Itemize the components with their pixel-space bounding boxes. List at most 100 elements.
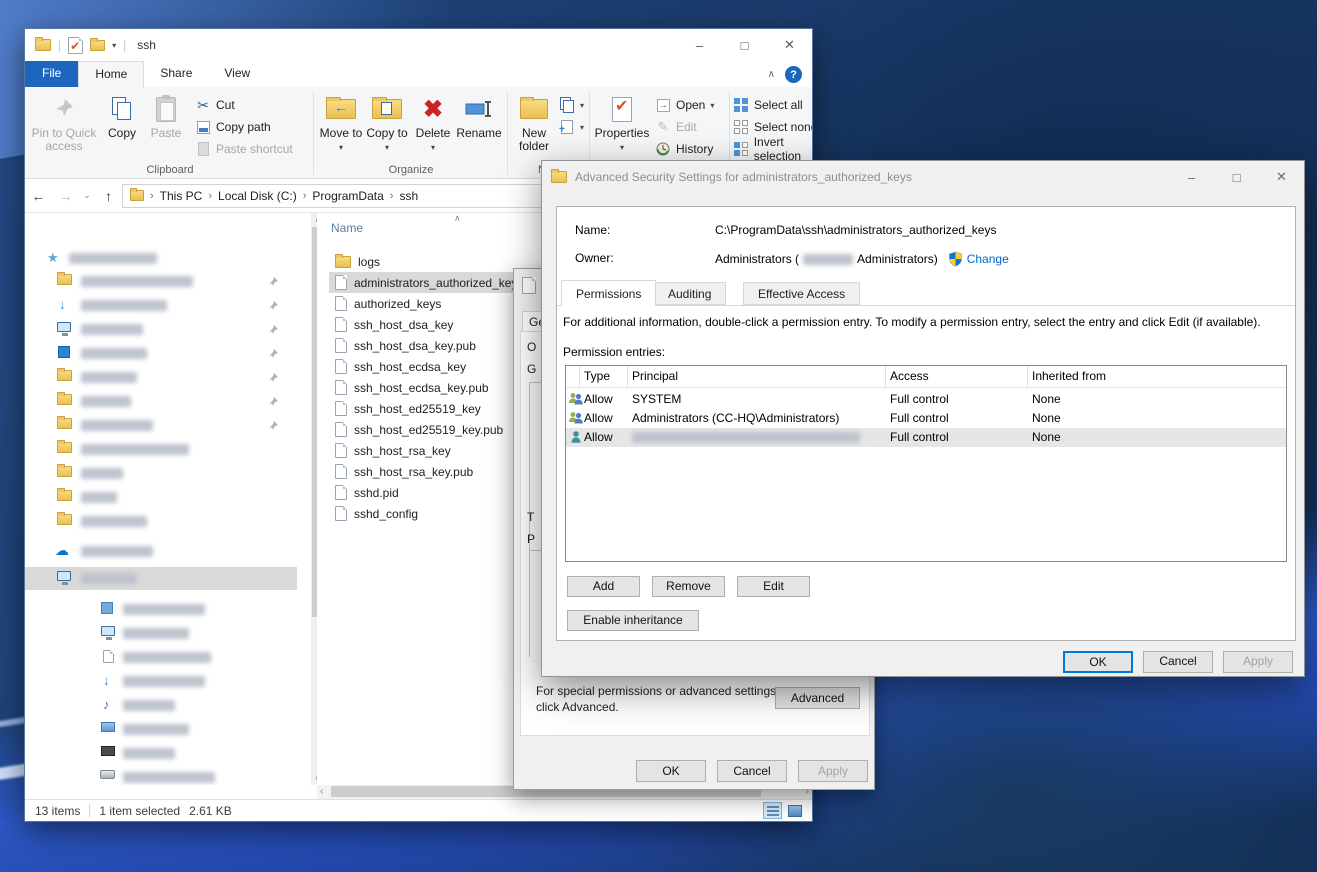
advanced-button[interactable]: Advanced [775, 687, 860, 709]
sort-ascending-icon[interactable]: ∧ [454, 213, 461, 224]
delete-button[interactable]: ✖ Delete ▾ [413, 91, 453, 159]
scroll-left-icon[interactable]: ‹ [320, 786, 323, 797]
paste-shortcut-button[interactable]: Paste shortcut [195, 139, 293, 159]
sidebar-item[interactable] [25, 511, 297, 533]
tab-home[interactable]: Home [78, 61, 144, 87]
sidebar-item[interactable] [25, 647, 297, 669]
sidebar-item[interactable]: ↓ [25, 671, 297, 693]
paste-button[interactable]: Paste [145, 91, 187, 159]
qat-new-folder-icon[interactable] [90, 40, 105, 51]
pin-to-quick-access-button[interactable]: Pin to Quick access [31, 91, 97, 159]
breadcrumb-this-pc[interactable]: This PC [160, 189, 203, 203]
recent-locations-dropdown-icon[interactable]: ⌄ [79, 190, 95, 201]
remove-button[interactable]: Remove [652, 576, 725, 597]
permission-row[interactable]: Allow SYSTEM Full control None [566, 390, 1286, 409]
file-row[interactable]: ssh_host_ed25519_key.pub [329, 419, 541, 440]
breadcrumb-local-disk[interactable]: Local Disk (C:) [218, 189, 297, 203]
file-row-selected[interactable]: administrators_authorized_keys [329, 272, 541, 293]
new-folder-button[interactable]: Newfolder [511, 91, 557, 159]
forward-button[interactable]: → [52, 188, 79, 204]
apply-button[interactable]: Apply [1223, 651, 1293, 673]
sidebar-item[interactable]: ♪ [25, 695, 297, 717]
move-to-button[interactable]: ← Move to ▾ [319, 91, 363, 159]
file-row[interactable]: sshd.pid [329, 482, 541, 503]
close-button[interactable]: ✕ [1259, 162, 1304, 192]
select-none-button[interactable]: Select none [733, 117, 812, 137]
properties-button[interactable]: ✔ Properties▾ [595, 91, 649, 159]
file-row[interactable]: ssh_host_ecdsa_key [329, 356, 541, 377]
file-row[interactable]: ssh_host_ecdsa_key.pub [329, 377, 541, 398]
column-header-name[interactable]: Name [331, 221, 363, 235]
history-button[interactable]: History [655, 139, 713, 159]
file-row[interactable]: authorized_keys [329, 293, 541, 314]
ok-button[interactable]: OK [1063, 651, 1133, 673]
sidebar-item[interactable] [25, 767, 297, 785]
sidebar-item[interactable] [25, 719, 297, 741]
sidebar-item-desktop[interactable] [25, 319, 297, 341]
permission-row-selected[interactable]: Allow Full control None [566, 428, 1286, 447]
sidebar-item-onedrive[interactable]: ☁ [25, 541, 297, 563]
file-row[interactable]: ssh_host_dsa_key [329, 314, 541, 335]
file-row[interactable]: ssh_host_dsa_key.pub [329, 335, 541, 356]
cancel-button[interactable]: Cancel [1143, 651, 1213, 673]
rename-button[interactable]: Rename [455, 91, 503, 159]
column-inherited-from[interactable]: Inherited from [1032, 369, 1106, 383]
enable-inheritance-button[interactable]: Enable inheritance [567, 610, 699, 631]
up-button[interactable]: ↑ [95, 188, 122, 204]
qat-customize-caret-icon[interactable]: ▾ [112, 41, 116, 50]
minimize-button[interactable]: – [1169, 162, 1214, 192]
help-button[interactable]: ? [785, 66, 802, 83]
sidebar-item-this-pc[interactable] [25, 568, 297, 590]
sidebar-item-quick-access[interactable]: ★ [25, 248, 297, 270]
sidebar-item[interactable] [25, 367, 297, 389]
column-type[interactable]: Type [584, 369, 610, 383]
edit-button[interactable]: Edit [737, 576, 810, 597]
file-row[interactable]: ssh_host_rsa_key [329, 440, 541, 461]
ok-button[interactable]: OK [636, 760, 706, 782]
select-all-button[interactable]: Select all [733, 95, 803, 115]
tab-share[interactable]: Share [144, 61, 208, 87]
cut-button[interactable]: ✂ Cut [195, 95, 235, 115]
sidebar-item[interactable] [25, 271, 297, 293]
file-row[interactable]: logs [329, 251, 541, 272]
column-access[interactable]: Access [890, 369, 929, 383]
sidebar-item[interactable] [25, 415, 297, 437]
permission-row[interactable]: Allow Administrators (CC-HQ\Administrato… [566, 409, 1286, 428]
sidebar-item[interactable] [25, 439, 297, 461]
tab-auditing[interactable]: Auditing [653, 282, 726, 305]
cancel-button[interactable]: Cancel [717, 760, 787, 782]
tab-file[interactable]: File [25, 61, 78, 87]
apply-button[interactable]: Apply [798, 760, 868, 782]
sidebar-item[interactable] [25, 599, 297, 621]
maximize-button[interactable]: □ [722, 30, 767, 60]
maximize-button[interactable]: □ [1214, 162, 1259, 192]
permission-entries-table[interactable]: Type Principal Access Inherited from All… [565, 365, 1287, 562]
sidebar-item[interactable] [25, 343, 297, 365]
qat-properties-icon[interactable]: ✔ [68, 37, 83, 54]
add-button[interactable]: Add [567, 576, 640, 597]
breadcrumb-programdata[interactable]: ProgramData [312, 189, 383, 203]
sidebar-item[interactable] [25, 743, 297, 765]
sidebar-item[interactable] [25, 463, 297, 485]
file-row[interactable]: ssh_host_rsa_key.pub [329, 461, 541, 482]
minimize-button[interactable]: – [677, 30, 722, 60]
tab-effective-access[interactable]: Effective Access [743, 282, 860, 305]
large-icons-view-button[interactable] [785, 802, 804, 819]
invert-selection-button[interactable]: Invert selection [733, 139, 812, 159]
column-principal[interactable]: Principal [632, 369, 678, 383]
copy-path-button[interactable]: Copy path [195, 117, 271, 137]
change-owner-link[interactable]: Change [967, 252, 1009, 266]
open-button[interactable]: → Open ▾ [655, 95, 714, 115]
close-button[interactable]: ✕ [767, 30, 812, 60]
collapse-ribbon-icon[interactable]: ∧ [768, 69, 775, 80]
sidebar-item-downloads[interactable]: ↓ [25, 295, 297, 317]
tab-permissions[interactable]: Permissions [561, 280, 656, 306]
back-button[interactable]: ← [25, 188, 52, 204]
breadcrumb-ssh[interactable]: ssh [399, 189, 418, 203]
new-item-button[interactable]: ▾ [559, 95, 584, 115]
sidebar-item[interactable] [25, 487, 297, 509]
file-row[interactable]: sshd_config [329, 503, 541, 524]
edit-button[interactable]: ✎ Edit [655, 117, 697, 137]
copy-button[interactable]: Copy [101, 91, 143, 159]
easy-access-button[interactable]: + ▾ [559, 117, 584, 137]
